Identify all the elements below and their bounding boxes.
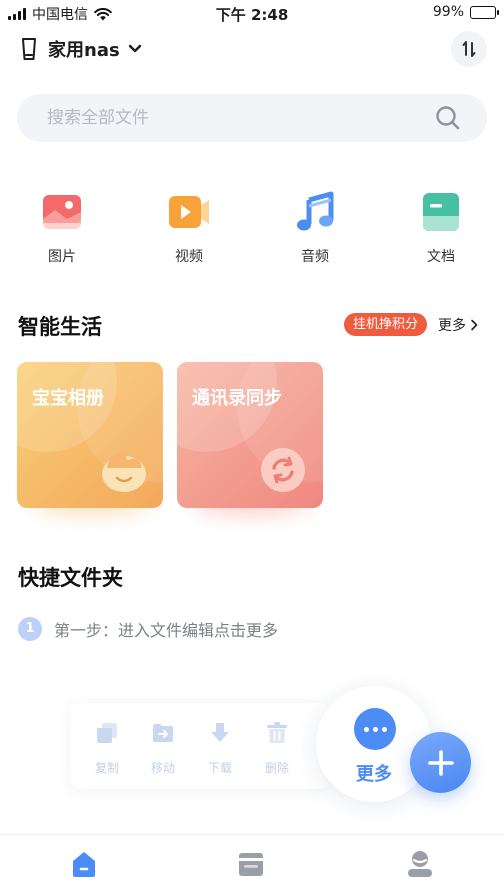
chevron-right-icon xyxy=(471,319,478,331)
battery-icon xyxy=(470,5,499,19)
status-right: 99% xyxy=(432,4,499,20)
move-folder-icon xyxy=(153,724,173,742)
category-videos[interactable]: 视频 xyxy=(144,188,234,266)
section-title-quick-folder: 快捷文件夹 xyxy=(18,566,123,590)
more-link[interactable]: 更多 xyxy=(438,315,478,335)
tool-label: 删除 xyxy=(264,761,289,775)
image-icon xyxy=(40,190,84,234)
search-icon[interactable] xyxy=(435,105,461,131)
more-dots-icon xyxy=(354,708,396,750)
profile-icon xyxy=(408,851,432,877)
device-selector[interactable]: 家用nas xyxy=(18,36,142,62)
edit-toolbar-illustration: 复制 移动 下载 删除 xyxy=(70,703,330,789)
category-label: 文档 xyxy=(427,249,455,265)
card-contact-sync[interactable]: 通讯录同步 xyxy=(177,362,323,508)
swap-arrows-icon xyxy=(462,41,476,57)
category-label: 视频 xyxy=(175,249,203,265)
more-label: 更多 xyxy=(438,318,466,334)
plus-icon xyxy=(427,749,454,776)
search-bar[interactable] xyxy=(17,94,487,142)
device-name: 家用nas xyxy=(48,40,120,61)
bottom-nav xyxy=(0,834,504,896)
tool-copy: 复制 xyxy=(82,721,132,776)
video-icon xyxy=(167,190,211,234)
sync-icon xyxy=(261,448,305,492)
category-label: 图片 xyxy=(48,249,76,265)
home-icon xyxy=(73,852,95,877)
section-title-smart-life: 智能生活 xyxy=(18,315,102,339)
add-button[interactable] xyxy=(410,732,471,793)
document-icon xyxy=(419,190,463,234)
nav-home[interactable] xyxy=(64,849,104,883)
category-label: 音频 xyxy=(301,249,329,265)
download-icon xyxy=(211,723,229,742)
step-text: 第一步：进入文件编辑点击更多 xyxy=(54,621,279,640)
card-title: 宝宝相册 xyxy=(32,388,104,409)
category-row: 图片 视频 音频 文档 xyxy=(0,188,504,268)
promo-badge[interactable]: 挂机挣积分 xyxy=(344,313,428,336)
chevron-down-icon xyxy=(128,44,141,53)
files-icon xyxy=(239,853,263,876)
category-documents[interactable]: 文档 xyxy=(396,188,486,266)
nav-files[interactable] xyxy=(231,849,271,883)
tool-move: 移动 xyxy=(138,721,188,776)
card-baby-album[interactable]: 宝宝相册 xyxy=(17,362,163,508)
nav-profile[interactable] xyxy=(400,849,440,883)
copy-icon xyxy=(97,723,117,743)
status-bar: 中国电信 下午 2:48 99% xyxy=(0,0,504,26)
tool-label: 下载 xyxy=(207,761,232,775)
search-input[interactable] xyxy=(47,108,435,128)
music-note-icon xyxy=(293,190,337,234)
baby-face-icon xyxy=(102,451,146,492)
step-number-badge: 1 xyxy=(18,617,42,641)
category-audio[interactable]: 音频 xyxy=(270,188,360,266)
status-time: 下午 2:48 xyxy=(215,6,289,24)
switch-button[interactable] xyxy=(451,31,487,67)
tool-download: 下载 xyxy=(195,721,245,776)
quick-folder-step: 1 第一步：进入文件编辑点击更多 xyxy=(18,617,278,641)
tool-delete: 删除 xyxy=(252,721,302,776)
header: 家用nas xyxy=(0,30,504,70)
trash-icon xyxy=(267,722,287,743)
nas-device-icon xyxy=(22,38,36,60)
card-title: 通讯录同步 xyxy=(192,388,282,409)
tool-label: 移动 xyxy=(150,761,175,775)
battery-percent: 99% xyxy=(432,4,464,20)
tool-label: 复制 xyxy=(94,761,119,775)
category-images[interactable]: 图片 xyxy=(17,188,107,266)
